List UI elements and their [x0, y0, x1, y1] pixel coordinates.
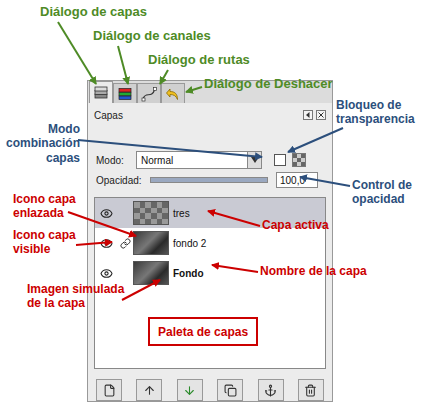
annotation-label: Icono capavisible [13, 228, 76, 257]
eye-icon[interactable] [100, 267, 113, 280]
annotation-label: Imagen simuladade la capa [27, 282, 124, 311]
lock-alpha-checkbox[interactable] [274, 154, 286, 166]
raise-icon [143, 384, 156, 397]
annotation-label: Diálogo de rutas [148, 52, 250, 68]
arrow [300, 177, 350, 186]
layer-name: tres [173, 206, 190, 221]
opacity-spin[interactable]: 100,0 [276, 172, 318, 188]
layer-name: fondo 2 [173, 236, 206, 251]
annotation-label: Nombre de la capa [260, 264, 367, 278]
opacity-label: Opacidad: [96, 173, 146, 188]
dialog-tab[interactable] [89, 81, 113, 103]
mode-row: Modo: Normal [88, 151, 332, 169]
tab-menu-icon[interactable] [303, 110, 313, 120]
mode-label: Modo: [96, 153, 130, 168]
caption-box: Paleta de capas [148, 317, 258, 346]
annotation-label: Control deopacidad [352, 178, 412, 207]
panel-button[interactable] [217, 379, 243, 401]
arrow [76, 242, 112, 245]
dialog-tab[interactable] [161, 83, 185, 103]
dialog-tab[interactable] [113, 83, 137, 103]
lower-icon [183, 384, 196, 397]
layers-icon [93, 85, 109, 101]
panel-title: Capas [94, 108, 123, 123]
chain-icon[interactable] [120, 238, 131, 249]
arrow [58, 22, 96, 84]
undo-icon [165, 86, 181, 102]
layer-thumbnail [133, 261, 169, 285]
paths-icon [141, 86, 157, 102]
panel-button[interactable] [136, 379, 162, 401]
arrow [78, 140, 262, 157]
arrow [122, 280, 160, 300]
layer-row[interactable]: fondo 2 [95, 228, 325, 258]
delete-icon [304, 384, 317, 397]
transparency-icon [292, 153, 306, 167]
arrow [212, 265, 258, 272]
opacity-slider[interactable] [150, 177, 268, 183]
close-icon[interactable] [316, 110, 326, 120]
arrow [208, 211, 260, 226]
new-layer-icon [103, 384, 116, 397]
dialog-tab[interactable] [137, 83, 161, 103]
anchor-icon [264, 384, 277, 397]
layer-thumbnail [133, 201, 169, 225]
diagram: Capas Modo: Normal Opacidad: 100,0 tres fondo … [0, 0, 422, 405]
arrow [118, 46, 128, 84]
channels-icon [117, 86, 133, 102]
annotation-label: Icono capaenlazada [13, 192, 76, 221]
button-bar [88, 379, 332, 401]
annotation-label: Diálogo de canales [93, 28, 211, 44]
eye-icon[interactable] [100, 207, 113, 220]
annotation-label: Diálogo de Deshacer [204, 76, 333, 92]
dropdown-icon [251, 157, 259, 163]
panel-button[interactable] [96, 379, 122, 401]
eye-icon[interactable] [100, 237, 113, 250]
layer-name: Fondo [173, 266, 204, 281]
annotation-label: Diálogo de capas [40, 4, 147, 20]
duplicate-icon [224, 384, 237, 397]
panel-button[interactable] [258, 379, 284, 401]
arrow [186, 87, 202, 92]
mode-select[interactable]: Normal [136, 151, 262, 169]
panel-button[interactable] [177, 379, 203, 401]
annotation-label: Capa activa [262, 218, 329, 232]
panel-button[interactable] [298, 379, 324, 401]
opacity-row: Opacidad: 100,0 [88, 171, 332, 189]
arrow [160, 70, 168, 84]
panel-header: Capas [88, 105, 332, 125]
annotation-label: Modocombinacióncapas [0, 122, 80, 165]
layers-panel: Capas Modo: Normal Opacidad: 100,0 tres fondo … [87, 80, 333, 402]
layer-thumbnail [133, 231, 169, 255]
arrow [68, 212, 136, 236]
arrow [288, 128, 343, 152]
annotation-label: Bloqueo detransparencia [336, 98, 415, 127]
